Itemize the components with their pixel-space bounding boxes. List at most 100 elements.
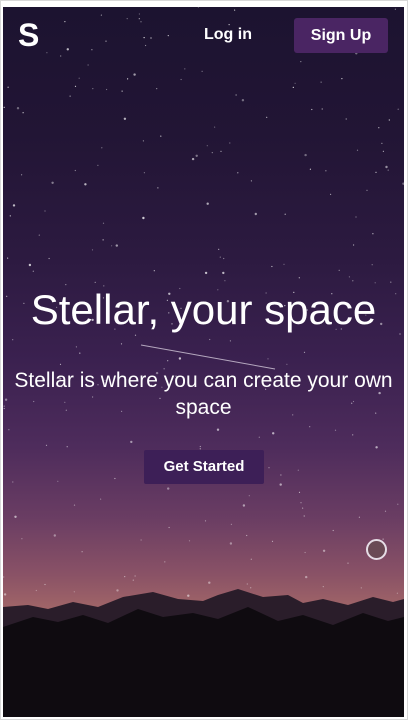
star [298,277,300,279]
star [134,575,136,577]
star [397,108,399,110]
star [167,487,170,490]
star [309,426,311,428]
star [330,193,332,195]
star [150,37,152,39]
star [311,108,313,111]
star [133,73,136,76]
star [229,340,231,342]
star [53,534,56,537]
star [59,363,62,365]
signup-button[interactable]: Sign Up [294,18,388,53]
star [284,213,286,215]
star [216,428,220,431]
login-link[interactable]: Log in [193,26,263,44]
star [325,170,327,172]
star [235,94,237,96]
star [303,351,306,353]
star [3,576,5,578]
star [352,280,354,282]
star [320,81,322,83]
star [338,269,340,271]
star [66,446,68,448]
star [87,64,89,66]
star [218,248,220,250]
star [378,127,380,129]
star [258,436,260,438]
star [250,180,252,182]
star [28,263,32,267]
star [297,469,299,471]
star [111,245,113,247]
star [21,174,23,176]
star [178,357,182,360]
star [206,145,208,147]
star [322,549,326,552]
star [374,282,376,284]
star [347,562,349,564]
star [229,142,231,144]
star [16,107,20,110]
star [14,515,17,518]
star [384,510,387,512]
star [21,538,23,540]
star [9,215,11,217]
star [75,346,77,348]
star [180,78,182,81]
star [211,152,213,154]
get-started-button[interactable]: Get Started [144,450,264,484]
star [302,507,304,509]
star [254,212,257,216]
star [241,99,245,102]
star [114,477,116,480]
star [321,108,323,110]
star [375,446,378,449]
star [208,581,211,584]
star [242,504,246,507]
star [100,498,102,500]
star [105,40,107,42]
star [371,264,373,266]
star [372,233,374,235]
star [102,222,105,224]
star [22,112,24,114]
star [44,210,46,212]
star [134,334,137,336]
star [91,49,93,51]
star [229,542,233,545]
star [204,271,208,275]
star [334,429,337,431]
star [3,106,5,108]
star [201,70,203,72]
star [402,182,404,185]
star [123,117,127,121]
star [309,168,311,170]
star [294,82,296,84]
star [160,135,162,137]
star [153,270,155,272]
logo[interactable]: S [18,17,39,54]
star [48,257,50,260]
star [7,86,9,88]
star [124,576,126,578]
star [279,483,282,486]
star [138,13,140,15]
hero-subtitle: Stellar is where you can create your own… [14,369,393,419]
star [45,444,48,446]
star [97,164,99,166]
star [12,481,14,483]
star [209,338,211,341]
cursor-indicator [366,539,387,560]
star [304,551,306,554]
star [156,88,158,90]
star [387,169,389,171]
hero-section: S Log in Sign Up Stellar, your space Ste… [3,7,404,717]
star [44,583,46,586]
star [197,7,199,8]
star [266,116,268,118]
star [78,77,80,79]
star [248,495,250,497]
star [272,432,275,435]
star [345,118,347,120]
star [286,363,288,365]
